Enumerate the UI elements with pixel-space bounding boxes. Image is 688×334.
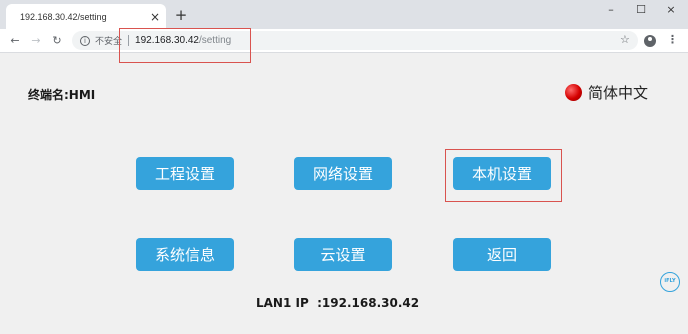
window-close-button[interactable]: ×: [657, 2, 685, 18]
security-label: 不安全: [95, 37, 123, 47]
window-maximize-button[interactable]: ☐: [627, 2, 655, 18]
url-highlight-box: [119, 28, 251, 63]
terminal-name: 终端名:HMI: [28, 88, 96, 102]
menu-dots-icon[interactable]: ⋮: [667, 33, 678, 46]
network-settings-button[interactable]: 网络设置: [294, 157, 392, 190]
browser-tab[interactable]: 192.168.30.42/setting ×: [6, 4, 166, 29]
browser-tabstrip: 192.168.30.42/setting × + – ☐ ×: [0, 0, 688, 29]
tab-title: 192.168.30.42/setting: [20, 11, 107, 22]
forward-arrow-icon[interactable]: →: [27, 31, 45, 51]
language-label: 简体中文: [588, 84, 649, 102]
project-settings-button[interactable]: 工程设置: [136, 157, 234, 190]
back-arrow-icon[interactable]: ←: [6, 31, 24, 51]
language-indicator-icon: [565, 84, 582, 101]
brand-logo-icon: iFLY: [660, 272, 680, 292]
back-button[interactable]: 返回: [453, 238, 551, 271]
system-info-button[interactable]: 系统信息: [136, 238, 234, 271]
bookmark-star-icon[interactable]: ☆: [620, 33, 630, 46]
tab-close-icon[interactable]: ×: [144, 11, 166, 23]
info-icon[interactable]: i: [80, 35, 90, 46]
local-settings-highlight-box: [445, 149, 562, 202]
account-icon[interactable]: [644, 35, 656, 47]
new-tab-button[interactable]: +: [173, 5, 189, 25]
browser-toolbar: ← → ↻ i 不安全 192.168.30.42 /setting ☆ ⋮: [0, 29, 688, 53]
reload-icon[interactable]: ↻: [48, 31, 66, 51]
lan-ip-text: LAN1 IP :192.168.30.42: [256, 296, 420, 310]
window-minimize-button[interactable]: –: [597, 2, 625, 18]
language-selector[interactable]: 简体中文: [565, 82, 648, 103]
cloud-settings-button[interactable]: 云设置: [294, 238, 392, 271]
